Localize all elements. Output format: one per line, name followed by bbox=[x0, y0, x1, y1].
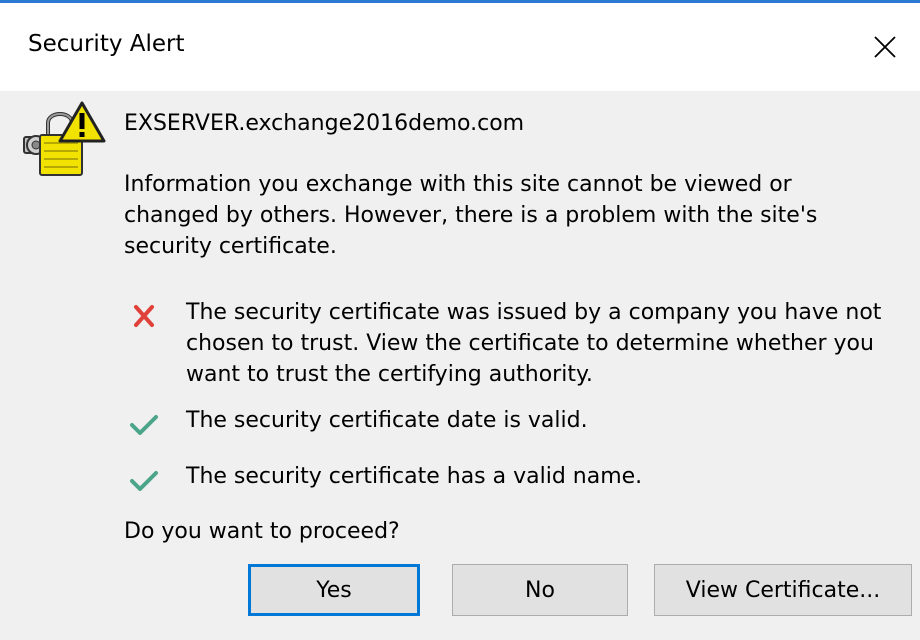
security-info-text: Information you exchange with this site … bbox=[124, 172, 818, 259]
check-text: The security certificate has a valid nam… bbox=[186, 464, 643, 489]
dialog-title: Security Alert bbox=[28, 31, 185, 57]
close-icon bbox=[874, 36, 896, 58]
check-text: The security certificate was issued by a… bbox=[186, 300, 882, 387]
dialog-body: EXSERVER.exchange2016demo.com Informatio… bbox=[0, 91, 920, 640]
check-text: The security certificate date is valid. bbox=[186, 408, 588, 433]
no-button[interactable]: No bbox=[452, 564, 628, 616]
check-item-issuer: The security certificate was issued by a… bbox=[124, 297, 914, 387]
view-certificate-button[interactable]: View Certificate... bbox=[654, 564, 912, 616]
green-check-icon bbox=[130, 471, 158, 491]
proceed-question: Do you want to proceed? bbox=[124, 519, 400, 544]
title-bar: Security Alert bbox=[0, 3, 920, 91]
yes-button[interactable]: Yes bbox=[248, 564, 420, 616]
check-item-name: The security certificate has a valid nam… bbox=[124, 461, 914, 501]
security-alert-dialog: Security Alert EXSERVER.exchange2016demo… bbox=[0, 0, 920, 640]
check-item-date: The security certificate date is valid. bbox=[124, 405, 914, 445]
red-x-icon bbox=[134, 305, 154, 327]
close-button[interactable] bbox=[850, 3, 920, 91]
lock-warning-icon bbox=[23, 101, 106, 176]
green-check-icon bbox=[130, 415, 158, 435]
server-name: EXSERVER.exchange2016demo.com bbox=[124, 111, 525, 136]
